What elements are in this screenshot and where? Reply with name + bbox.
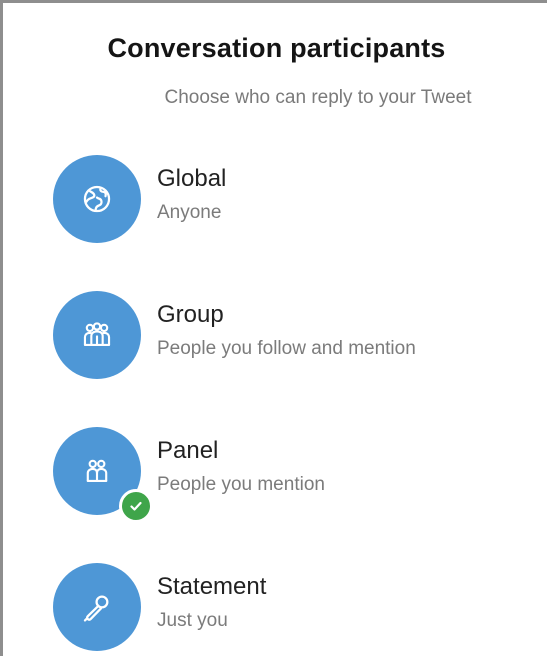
group-icon (83, 322, 111, 346)
reply-settings-sheet: Conversation participants Choose who can… (0, 0, 547, 656)
selected-check-badge (119, 489, 153, 523)
panel-icon (86, 459, 108, 482)
option-group-title: Group (157, 301, 224, 328)
option-statement-avatar (53, 563, 141, 651)
globe-icon (83, 185, 111, 213)
option-global[interactable]: Global Anyone (53, 155, 533, 251)
option-panel[interactable]: Panel People you mention (53, 427, 533, 523)
sheet-title: Conversation participants (107, 33, 446, 63)
option-global-title: Global (157, 165, 227, 192)
sheet-subtitle: Choose who can reply to your Tweet (164, 87, 472, 108)
option-group[interactable]: Group People you follow and mention (53, 291, 533, 387)
checkmark-icon (130, 501, 142, 511)
option-global-subtitle: Anyone (157, 202, 222, 223)
option-statement[interactable]: Statement Just you (53, 563, 533, 659)
option-panel-subtitle: People you mention (157, 474, 325, 495)
option-statement-title: Statement (157, 573, 267, 600)
option-statement-subtitle: Just you (157, 610, 228, 631)
option-panel-title: Panel (157, 437, 219, 464)
option-global-avatar (53, 155, 141, 243)
option-group-avatar (53, 291, 141, 379)
option-group-subtitle: People you follow and mention (157, 338, 416, 359)
microphone-icon (83, 595, 109, 622)
